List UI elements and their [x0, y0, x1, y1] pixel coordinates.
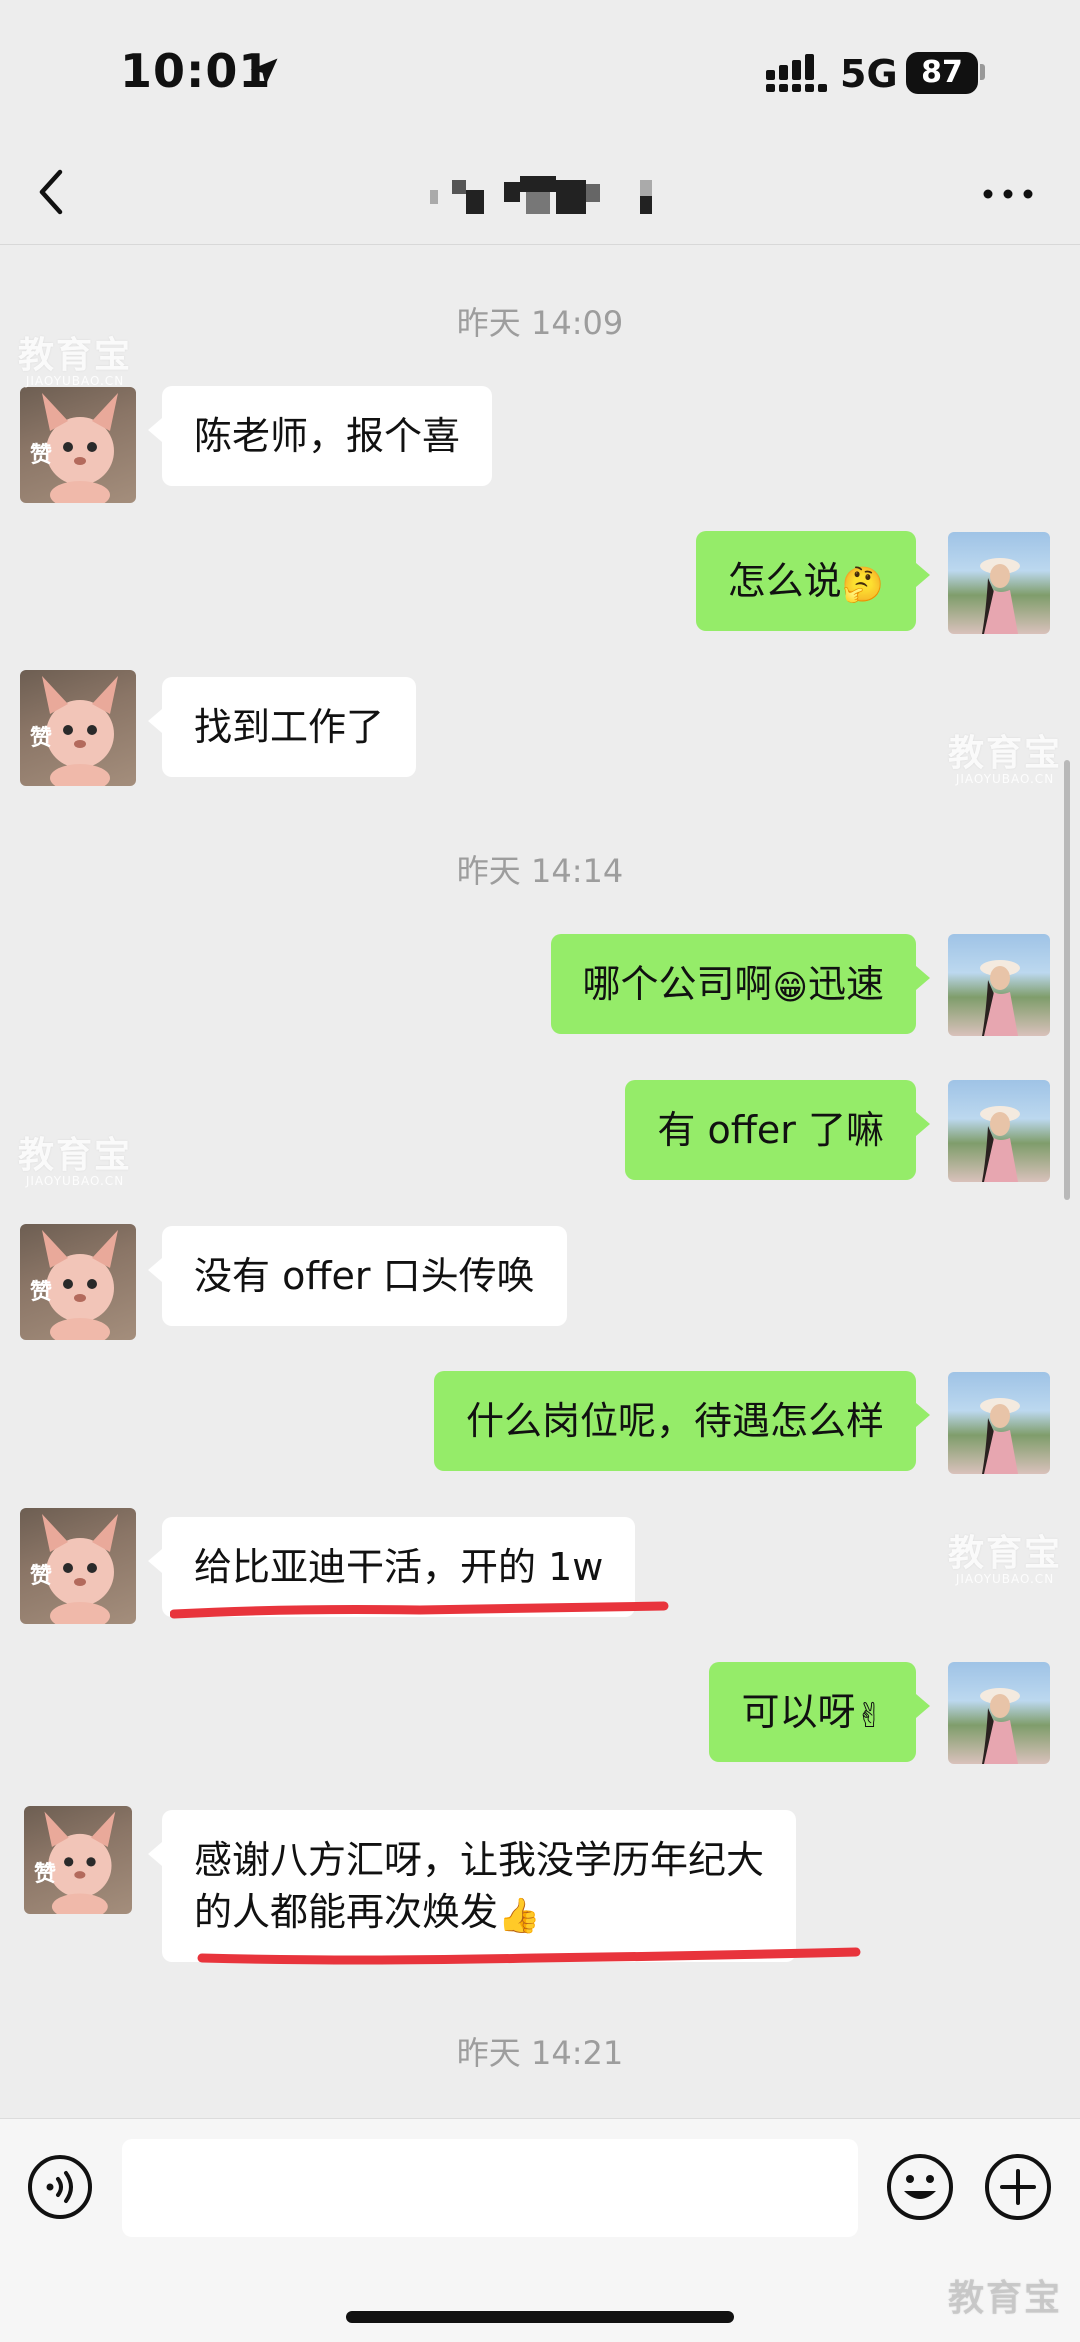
message-text: 的人都能再次焕发: [194, 1890, 499, 1934]
message-bubble-sent[interactable]: 有 offer 了嘛: [625, 1080, 930, 1180]
grinning-emoji: 😁: [772, 968, 808, 1008]
message-text: 有 offer 了嘛: [657, 1108, 884, 1152]
user-photo-avatar-icon: [980, 558, 1020, 634]
message-text: 给比亚迪干活，开的 1w: [194, 1545, 604, 1589]
home-indicator[interactable]: [346, 2311, 734, 2323]
avatar-badge: 赞: [30, 443, 53, 468]
avatar[interactable]: [948, 532, 1050, 634]
avatar[interactable]: [948, 1080, 1050, 1182]
smiley-icon[interactable]: [884, 2151, 956, 2223]
message-bubble-received[interactable]: 感谢八方汇呀，让我没学历年纪大 的人都能再次焕发👍: [147, 1810, 797, 1962]
chat-header: [0, 140, 1080, 245]
avatar[interactable]: [948, 1372, 1050, 1474]
message-bubble-sent[interactable]: 可以呀✌: [709, 1662, 930, 1762]
pixelated-name: [586, 184, 600, 202]
pixelated-name: [520, 176, 556, 192]
avatar-badge: 赞: [30, 726, 53, 751]
message-text: 陈老师，报个喜: [194, 414, 461, 458]
message-bubble-sent[interactable]: 哪个公司啊😁迅速: [550, 934, 931, 1034]
message-bubble-received[interactable]: 没有 offer 口头传唤: [148, 1226, 567, 1326]
thinking-emoji: 🤔: [841, 565, 884, 605]
message-text: 什么岗位呢，待遇怎么样: [465, 1399, 884, 1443]
avatar-badge: 赞: [30, 1564, 53, 1589]
battery-tip: [980, 64, 985, 80]
message-text: 可以呀: [741, 1690, 856, 1734]
chevron-left-icon[interactable]: [30, 162, 80, 222]
avatar[interactable]: 赞: [20, 387, 136, 503]
message-bubble-received[interactable]: 找到工作了: [147, 677, 417, 777]
location-arrow-icon: [250, 58, 278, 86]
timestamp: 昨天 14:09: [456, 304, 624, 342]
message-bubble-sent[interactable]: 什么岗位呢，待遇怎么样: [433, 1371, 931, 1471]
voice-icon[interactable]: [26, 2153, 94, 2221]
message-text: 迅速: [807, 962, 884, 1006]
network-type: 5G: [840, 52, 898, 96]
scroll-indicator[interactable]: [1064, 760, 1070, 1200]
victory-hand-emoji: ✌: [855, 1696, 885, 1736]
pixelated-name: [504, 182, 520, 202]
avatar-badge: 赞: [30, 1280, 53, 1305]
message-text: 哪个公司啊: [582, 962, 773, 1006]
avatar[interactable]: 赞: [24, 1806, 132, 1914]
pixelated-name: [526, 192, 550, 214]
status-bar: 10:01 5G 87: [0, 0, 1080, 140]
user-photo-avatar-icon: [980, 960, 1020, 1036]
watermark: 教育宝 JIAOYUBAO.CN: [18, 335, 133, 388]
user-photo-avatar-icon: [980, 1398, 1020, 1474]
user-photo-avatar-icon: [980, 1106, 1020, 1182]
pixelated-name: [640, 196, 652, 214]
timestamp: 昨天 14:21: [456, 2034, 624, 2072]
message-text: 没有 offer 口头传唤: [194, 1254, 535, 1298]
message-input[interactable]: [122, 2139, 858, 2237]
avatar[interactable]: 赞: [20, 1508, 136, 1624]
red-underline-mark: [197, 1947, 861, 1965]
watermark: 教育宝 JIAOYUBAO.CN: [948, 733, 1063, 786]
timestamp: 昨天 14:14: [456, 852, 624, 890]
input-bar: 教育宝: [0, 2118, 1080, 2342]
avatar[interactable]: 赞: [20, 1224, 136, 1340]
avatar-badge: 赞: [34, 1862, 57, 1887]
watermark: 教育宝: [948, 2278, 1063, 2319]
user-photo-avatar-icon: [980, 1688, 1020, 1764]
battery-indicator: 87: [906, 52, 978, 94]
message-bubble-sent[interactable]: 怎么说🤔: [695, 531, 931, 631]
message-bubble-received[interactable]: 陈老师，报个喜: [147, 386, 493, 486]
pixelated-name: [466, 190, 484, 214]
chat-title: [430, 176, 660, 216]
signal-icon: [766, 54, 827, 92]
thumbs-up-emoji: 👍: [498, 1896, 541, 1936]
ellipsis-icon[interactable]: [978, 176, 1038, 212]
avatar[interactable]: [948, 934, 1050, 1036]
avatar[interactable]: 赞: [20, 670, 136, 786]
plus-icon[interactable]: [982, 2151, 1054, 2223]
avatar[interactable]: [948, 1662, 1050, 1764]
message-text-line: 感谢八方汇呀，让我没学历年纪大: [194, 1838, 765, 1882]
message-text: 找到工作了: [194, 705, 385, 749]
pixelated-name: [452, 180, 466, 194]
watermark: 教育宝 JIAOYUBAO.CN: [948, 1533, 1063, 1586]
pixelated-name: [430, 190, 438, 204]
pixelated-name: [556, 180, 586, 214]
message-text: 怎么说: [727, 559, 842, 603]
watermark: 教育宝 JIAOYUBAO.CN: [18, 1135, 133, 1188]
message-text-line: 的人都能再次焕发👍: [194, 1886, 764, 1938]
red-underline-mark: [170, 1601, 669, 1619]
